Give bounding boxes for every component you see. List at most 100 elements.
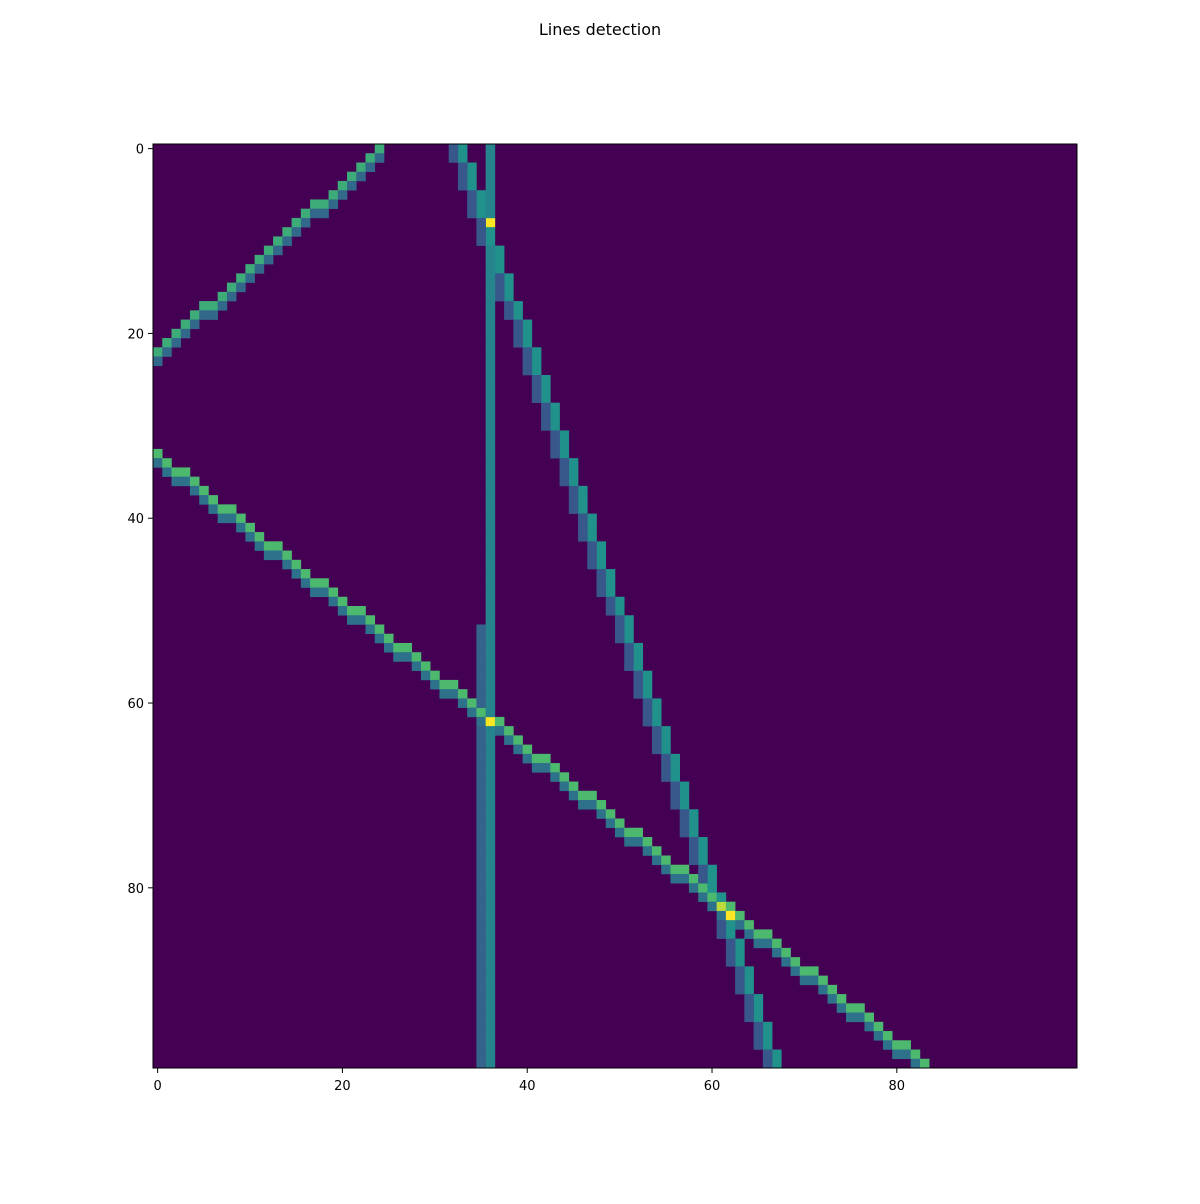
heatmap-cell bbox=[485, 467, 496, 477]
heatmap-cell bbox=[485, 763, 496, 773]
heatmap-cell bbox=[356, 615, 366, 625]
heatmap-cell bbox=[162, 347, 172, 357]
heatmap-cell bbox=[476, 772, 486, 782]
heatmap-cell bbox=[661, 735, 671, 745]
heatmap-cell bbox=[310, 199, 320, 209]
heatmap-cell bbox=[513, 338, 523, 348]
heatmap-cell bbox=[494, 273, 505, 283]
heatmap-cell bbox=[485, 162, 496, 173]
heatmap-cell bbox=[476, 642, 486, 653]
heatmap-cell bbox=[162, 458, 172, 468]
heatmap-cell bbox=[411, 661, 422, 671]
heatmap-cell bbox=[485, 227, 496, 237]
heatmap-cell bbox=[485, 1031, 496, 1041]
heatmap-cell bbox=[189, 476, 200, 487]
heatmap-cell bbox=[670, 864, 680, 875]
heatmap-image bbox=[153, 144, 1077, 1069]
heatmap-cell bbox=[605, 809, 616, 819]
heatmap-cell bbox=[882, 1031, 893, 1041]
heatmap-cell bbox=[282, 236, 292, 246]
heatmap-cell bbox=[485, 596, 496, 607]
heatmap-cell bbox=[485, 1058, 496, 1069]
heatmap-cell bbox=[347, 606, 357, 616]
heatmap-cell bbox=[772, 938, 782, 949]
heatmap-cell bbox=[365, 615, 376, 625]
heatmap-cell bbox=[587, 522, 597, 533]
heatmap-cell bbox=[587, 532, 597, 542]
heatmap-cell bbox=[642, 670, 653, 681]
heatmap-cell bbox=[485, 171, 496, 182]
heatmap-cell bbox=[226, 513, 237, 524]
heatmap-cell bbox=[208, 504, 218, 514]
heatmap-cell bbox=[679, 790, 690, 801]
heatmap-cell bbox=[494, 254, 505, 265]
heatmap-cell bbox=[430, 670, 440, 681]
heatmap-cell bbox=[744, 966, 754, 976]
heatmap-cell bbox=[476, 624, 486, 635]
heatmap-cell bbox=[494, 716, 505, 727]
heatmap-cell bbox=[347, 171, 357, 182]
heatmap-cell bbox=[873, 1031, 884, 1041]
heatmap-cell bbox=[485, 180, 496, 191]
y-tick-label: 40 bbox=[127, 512, 144, 527]
heatmap-cell bbox=[476, 929, 486, 939]
heatmap-cell bbox=[799, 966, 810, 976]
heatmap-cell bbox=[725, 957, 736, 967]
heatmap-cell bbox=[504, 301, 514, 311]
heatmap-cell bbox=[347, 180, 357, 191]
heatmap-cell bbox=[735, 975, 745, 986]
heatmap-cell bbox=[485, 920, 496, 930]
heatmap-cell bbox=[716, 901, 727, 912]
heatmap-cell bbox=[485, 375, 496, 385]
heatmap-cell bbox=[716, 920, 727, 930]
heatmap-cell bbox=[615, 818, 625, 829]
heatmap-cell bbox=[753, 994, 764, 1004]
heatmap-cell bbox=[273, 550, 283, 561]
heatmap-cell bbox=[485, 495, 496, 505]
heatmap-cell bbox=[624, 827, 634, 838]
heatmap-cell bbox=[679, 809, 690, 819]
heatmap-cell bbox=[688, 809, 699, 819]
heatmap-cell bbox=[485, 1040, 496, 1050]
heatmap-cell bbox=[476, 790, 486, 801]
heatmap-cell bbox=[753, 1012, 764, 1023]
heatmap-cell bbox=[485, 532, 496, 542]
heatmap-cell bbox=[578, 485, 588, 496]
heatmap-cell bbox=[753, 938, 764, 949]
heatmap-cell bbox=[476, 901, 486, 912]
heatmap-cell bbox=[476, 920, 486, 930]
heatmap-cell bbox=[291, 217, 302, 228]
heatmap-cell bbox=[300, 578, 311, 588]
heatmap-cell bbox=[753, 1031, 764, 1041]
heatmap-cell bbox=[365, 624, 376, 635]
heatmap-cell bbox=[485, 753, 496, 764]
heatmap-cell bbox=[578, 495, 588, 505]
heatmap-cell bbox=[670, 772, 680, 782]
heatmap-cell bbox=[337, 180, 348, 191]
heatmap-cell bbox=[661, 855, 671, 866]
heatmap-cell bbox=[550, 402, 560, 413]
heatmap-cell bbox=[541, 753, 551, 764]
heatmap-cell bbox=[892, 1040, 902, 1050]
heatmap-cell bbox=[226, 282, 237, 293]
heatmap-cell bbox=[485, 892, 496, 902]
heatmap-cell bbox=[476, 1049, 486, 1060]
heatmap-cell bbox=[901, 1049, 911, 1060]
heatmap-cell bbox=[550, 763, 560, 773]
heatmap-cell bbox=[273, 245, 283, 256]
heatmap-cell bbox=[310, 587, 320, 598]
heatmap-cell bbox=[679, 818, 690, 829]
heatmap-cell bbox=[254, 254, 265, 265]
heatmap-cell bbox=[189, 485, 200, 496]
heatmap-cell bbox=[744, 994, 754, 1004]
heatmap-cell bbox=[587, 790, 597, 801]
heatmap-cell bbox=[476, 689, 486, 699]
heatmap-cell bbox=[661, 753, 671, 764]
heatmap-cell bbox=[550, 430, 560, 440]
heatmap-cell bbox=[596, 569, 607, 579]
heatmap-cell bbox=[624, 633, 634, 644]
heatmap-cell bbox=[513, 735, 523, 745]
heatmap-cell bbox=[467, 707, 477, 718]
heatmap-cell bbox=[153, 356, 163, 367]
heatmap-cell bbox=[882, 1040, 893, 1050]
